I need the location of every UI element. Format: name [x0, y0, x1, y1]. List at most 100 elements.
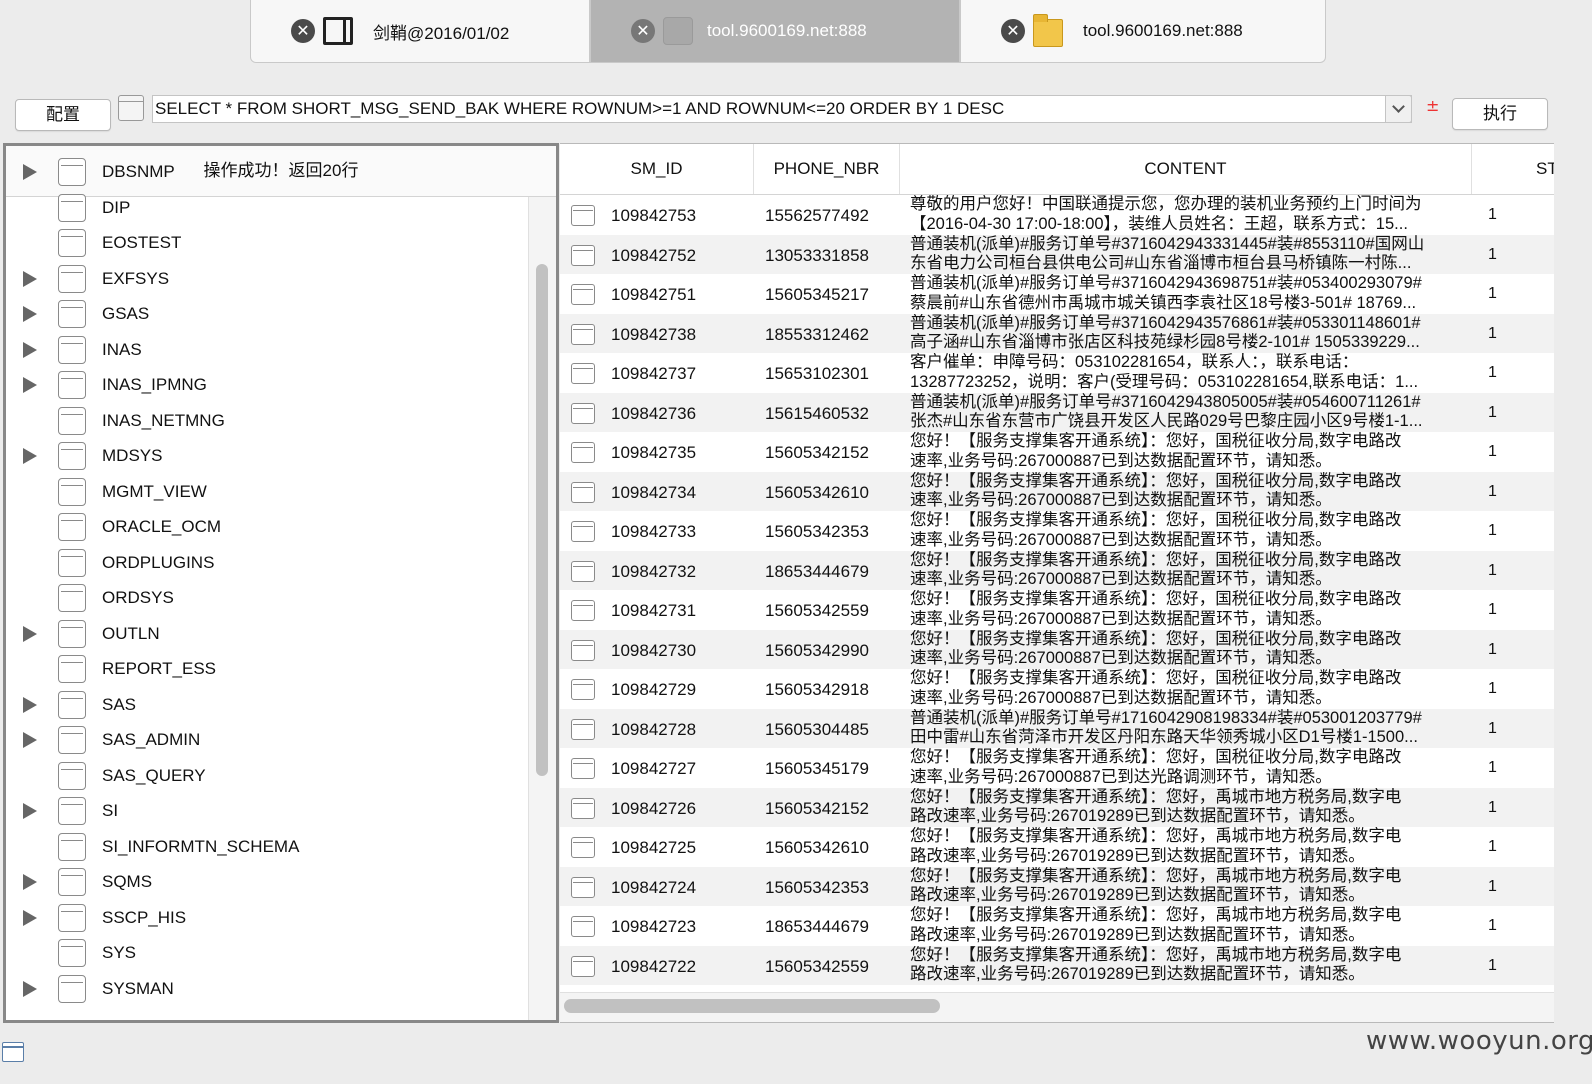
schema-item[interactable]: EXFSYS [6, 261, 526, 296]
schema-item[interactable]: ORDPLUGINS [6, 545, 526, 580]
table-row[interactable]: 109842736 15615460532 普通装机(派单)#服务订单号#37160… [560, 392, 1554, 432]
table-row[interactable]: 109842732 18653444679 您好！【服务支撑集客开通系统】：您好，国… [560, 550, 1554, 590]
table-row[interactable]: 109842752 13053331858 普通装机(派单)#服务订单号#37160… [560, 234, 1554, 274]
row-record-icon[interactable] [571, 560, 595, 582]
table-row[interactable]: 109842753 15562577492 尊敬的用户您好！中国联通提示您，您办理的… [560, 195, 1554, 235]
schema-item[interactable]: GSAS [6, 296, 526, 331]
schema-item[interactable]: SQMS [6, 864, 526, 899]
table-row[interactable]: 109842723 18653444679 您好！【服务支撑集客开通系统】：您好，禹… [560, 906, 1554, 946]
expand-arrow-icon[interactable] [23, 448, 37, 464]
vertical-scrollbar-thumb[interactable] [536, 264, 548, 776]
schema-item[interactable]: OUTLN [6, 616, 526, 651]
column-header-sm-id[interactable]: SM_ID [560, 144, 754, 194]
schema-item[interactable]: SAS [6, 687, 526, 722]
row-record-icon[interactable] [571, 481, 595, 503]
table-row[interactable]: 109842730 15605342990 您好！【服务支撑集客开通系统】：您好，国… [560, 629, 1554, 669]
table-row[interactable]: 109842737 15653102301 客户催单：申障号码：0531022816… [560, 353, 1554, 393]
row-record-icon[interactable] [571, 442, 595, 463]
row-record-icon[interactable] [571, 402, 595, 424]
schema-item[interactable]: INAS_NETMNG [6, 403, 526, 438]
expand-arrow-icon[interactable] [23, 696, 37, 713]
table-row[interactable]: 109842738 18553312462 普通装机(派单)#服务订单号#37160… [560, 313, 1554, 353]
execute-button[interactable]: 执行 [1452, 98, 1548, 130]
row-record-icon[interactable] [571, 363, 595, 384]
expand-arrow-icon[interactable] [23, 625, 37, 642]
row-record-icon[interactable] [571, 639, 595, 661]
schema-item[interactable]: DIP [6, 190, 526, 225]
table-row[interactable]: 109842726 15605342152 您好！【服务支撑集客开通系统】：您好，禹… [560, 787, 1554, 827]
schema-item[interactable]: MGMT_VIEW [6, 474, 526, 509]
row-record-icon[interactable] [571, 916, 595, 937]
table-row[interactable]: 109842735 15605342152 您好！【服务支撑集客开通系统】：您好，国… [560, 432, 1554, 472]
schema-item[interactable]: SI_INFORMTN_SCHEMA [6, 829, 526, 864]
table-row[interactable]: 109842731 15605342559 您好！【服务支撑集客开通系统】：您好，国… [560, 590, 1554, 630]
row-record-icon[interactable] [571, 284, 595, 305]
schema-item[interactable]: MDSYS [6, 438, 526, 473]
expand-arrow-icon[interactable] [23, 874, 37, 890]
sql-query-input[interactable]: SELECT * FROM SHORT_MSG_SEND_BAK WHERE R… [152, 95, 1412, 123]
expand-arrow-icon[interactable] [23, 909, 37, 926]
schema-item[interactable]: EOSTEST [6, 225, 526, 260]
schema-item[interactable]: SYS [6, 935, 526, 970]
expand-arrow-icon[interactable] [23, 306, 37, 322]
schema-item[interactable]: REPORT_ESS [6, 651, 526, 686]
expand-arrow-icon[interactable] [23, 341, 37, 358]
table-row[interactable]: 109842727 15605345179 您好！【服务支撑集客开通系统】：您好，国… [560, 748, 1554, 788]
row-record-icon[interactable] [571, 205, 595, 226]
schema-item[interactable]: INAS [6, 332, 526, 367]
schema-item[interactable]: SYSMAN [6, 971, 526, 1006]
sql-history-dropdown[interactable] [1385, 95, 1412, 123]
table-row[interactable]: 109842733 15605342353 您好！【服务支撑集客开通系统】：您好，国… [560, 511, 1554, 551]
table-row[interactable]: 109842722 15605342559 您好！【服务支撑集客开通系统】：您好，禹… [560, 945, 1554, 985]
row-record-icon[interactable] [571, 679, 595, 700]
row-record-icon[interactable] [571, 600, 595, 621]
expand-arrow-icon[interactable] [23, 732, 37, 748]
table-row[interactable]: 109842729 15605342918 您好！【服务支撑集客开通系统】：您好，国… [560, 669, 1554, 709]
expand-toggle[interactable]: ± [1426, 96, 1439, 115]
row-record-icon[interactable] [571, 323, 595, 345]
schema-item[interactable]: SI [6, 793, 526, 828]
row-record-icon[interactable] [571, 758, 595, 779]
table-row[interactable]: 109842751 15605345217 普通装机(派单)#服务订单号#37160… [560, 274, 1554, 314]
expand-arrow-icon[interactable] [23, 377, 37, 393]
row-record-icon[interactable] [571, 797, 595, 819]
config-button[interactable]: 配置 [15, 99, 111, 131]
schema-item[interactable]: ORDSYS [6, 580, 526, 615]
cell-content: 您好！【服务支撑集客开通系统】：您好，国税征收分局,数字电路改 速率,业务号码:2… [910, 511, 1466, 550]
expand-arrow-icon[interactable] [23, 803, 37, 819]
table-row[interactable]: 109842734 15605342610 您好！【服务支撑集客开通系统】：您好，国… [560, 471, 1554, 511]
close-icon[interactable]: ✕ [1001, 19, 1025, 43]
expand-arrow-icon[interactable] [23, 270, 37, 287]
schema-item[interactable]: ORACLE_OCM [6, 509, 526, 544]
row-record-icon[interactable] [571, 837, 595, 858]
expand-arrow-icon[interactable] [23, 164, 37, 180]
row-record-icon[interactable] [571, 244, 595, 266]
tab-files[interactable]: ✕ tool.9600169.net:888 [960, 0, 1326, 63]
column-header-content[interactable]: CONTENT [900, 144, 1472, 194]
schema-item[interactable]: INAS_IPMNG [6, 367, 526, 402]
schema-item[interactable]: DBSNMP [6, 154, 526, 189]
tab-session[interactable]: ✕ 剑鞘@2016/01/02 [250, 0, 590, 63]
window-icon[interactable] [2, 1042, 24, 1062]
row-record-icon[interactable] [571, 955, 595, 977]
table-row[interactable]: 109842728 15605304485 普通装机(派单)#服务订单号#17160… [560, 708, 1554, 748]
row-record-icon[interactable] [571, 718, 595, 740]
cell-st: 1 [1488, 956, 1497, 974]
schema-item[interactable]: SAS_ADMIN [6, 722, 526, 757]
database-icon [118, 95, 144, 121]
horizontal-scrollbar-thumb[interactable] [564, 999, 940, 1013]
expand-arrow-icon[interactable] [23, 980, 37, 997]
schema-item[interactable]: SSCP_HIS [6, 900, 526, 935]
tab-database[interactable]: ✕ tool.9600169.net:888 [590, 0, 960, 63]
cell-phone-nbr: 15605342152 [765, 443, 870, 462]
row-record-icon[interactable] [571, 521, 595, 542]
column-header-phone-nbr[interactable]: PHONE_NBR [754, 144, 900, 194]
table-row[interactable]: 109842724 15605342353 您好！【服务支撑集客开通系统】：您好，禹… [560, 866, 1554, 906]
close-icon[interactable]: ✕ [631, 19, 655, 43]
column-header-st[interactable]: ST [1472, 144, 1554, 194]
close-icon[interactable]: ✕ [291, 19, 315, 43]
table-row[interactable]: 109842725 15605342610 您好！【服务支撑集客开通系统】：您好，禹… [560, 827, 1554, 867]
cell-st: 1 [1488, 759, 1497, 776]
row-record-icon[interactable] [571, 876, 595, 898]
schema-item[interactable]: SAS_QUERY [6, 758, 526, 793]
